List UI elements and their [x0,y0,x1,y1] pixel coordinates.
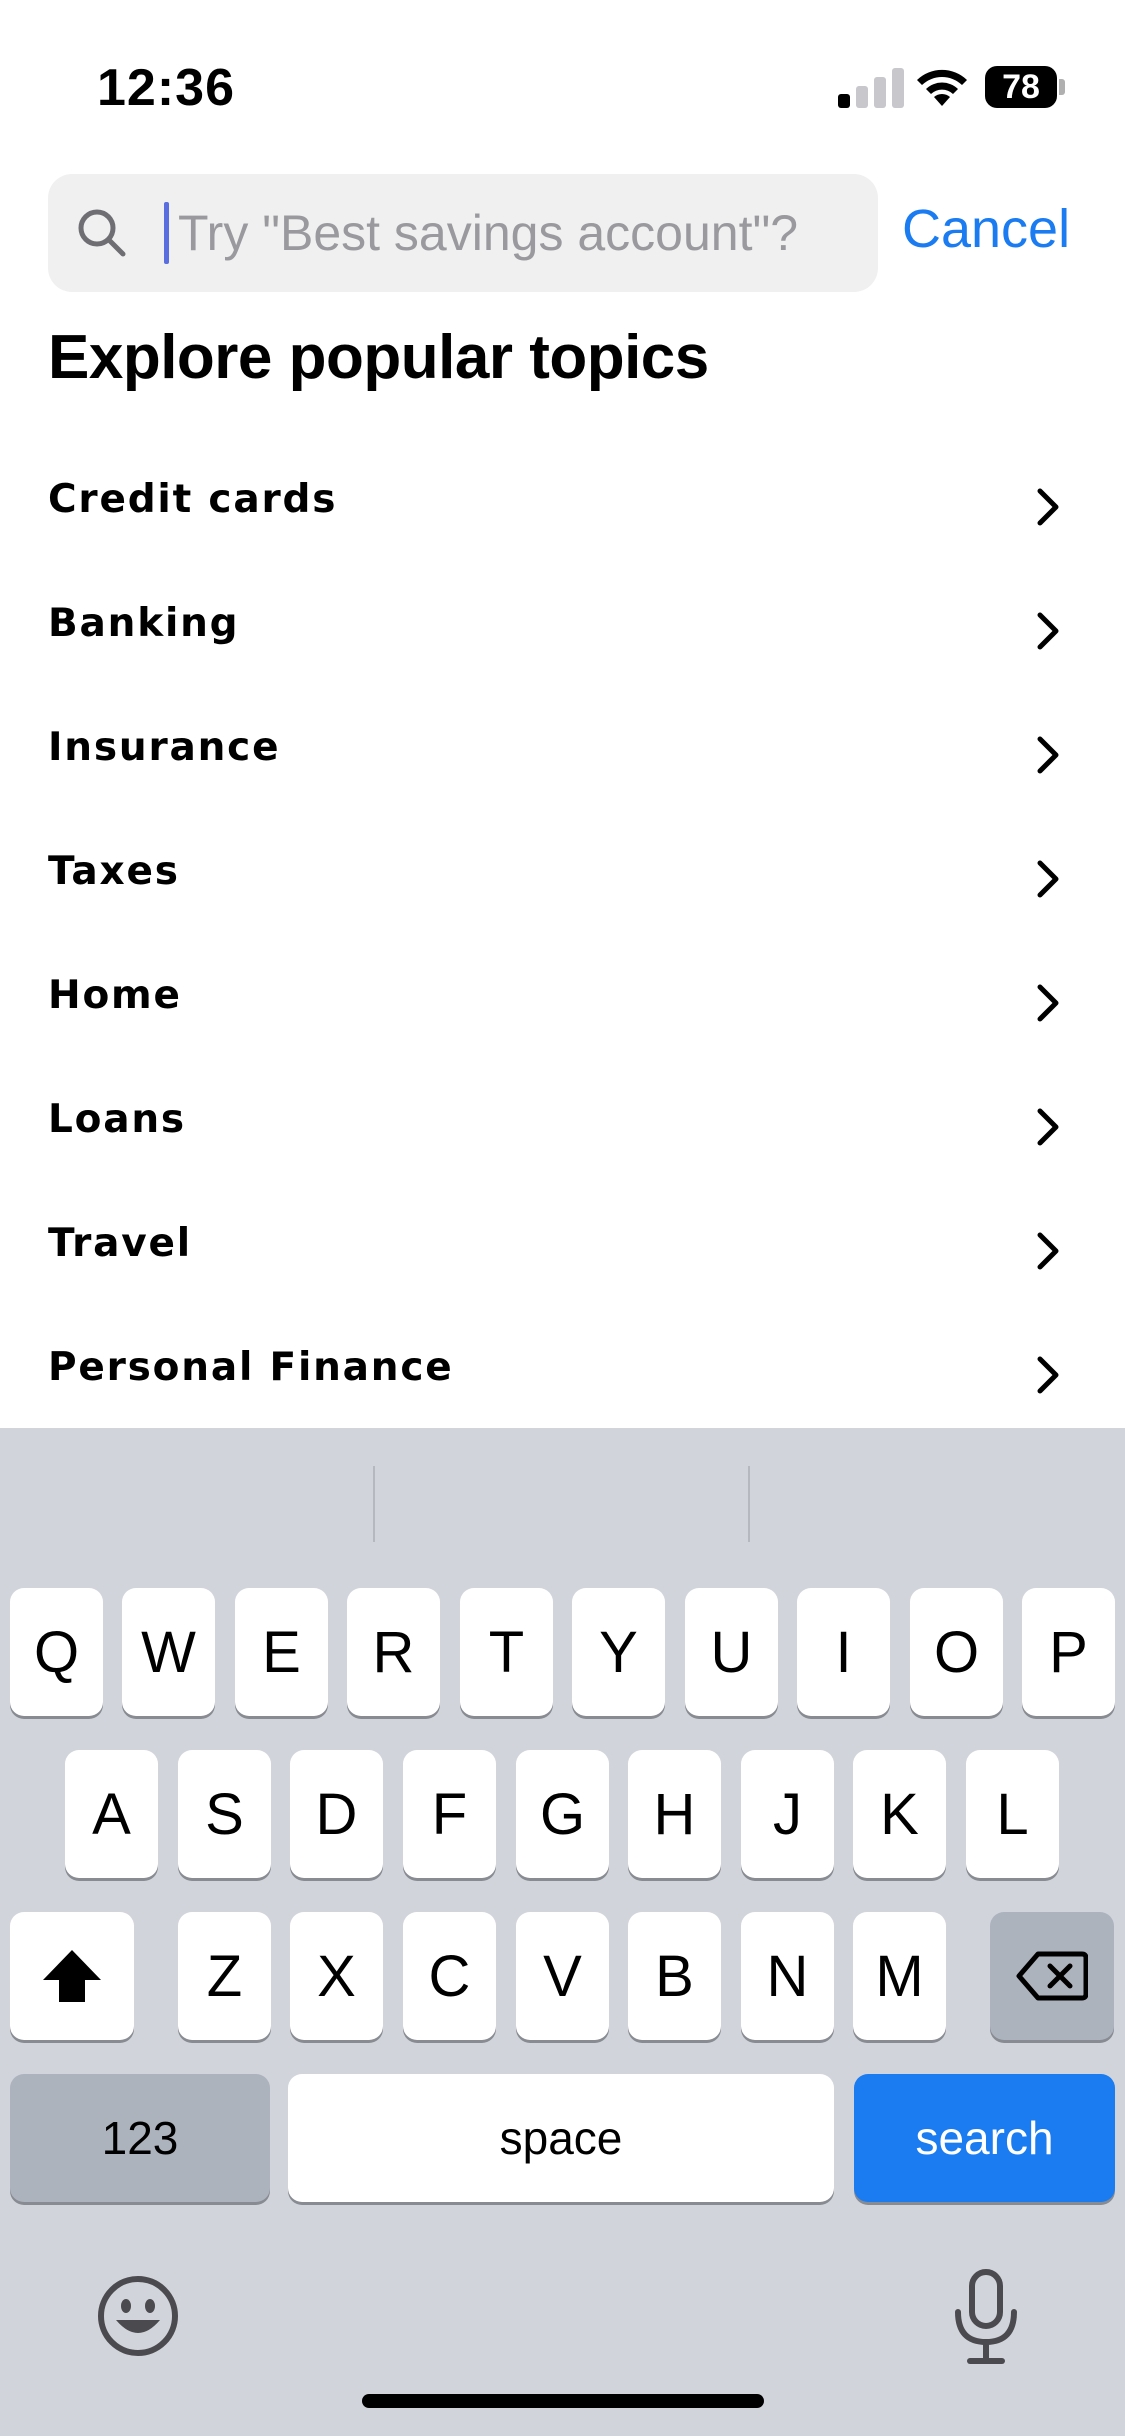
topic-label: Banking [48,601,240,646]
key-v[interactable]: V [516,1912,609,2040]
topic-item-travel[interactable]: Travel [0,1189,1125,1313]
key-g[interactable]: G [516,1750,609,1878]
chevron-right-icon [1037,984,1059,1022]
suggestion-divider [373,1466,375,1542]
topic-label: Loans [48,1097,186,1142]
topic-label: Travel [48,1221,192,1266]
key-h[interactable]: H [628,1750,721,1878]
key-o[interactable]: O [910,1588,1003,1716]
topic-item-insurance[interactable]: Insurance [0,693,1125,817]
key-z[interactable]: Z [178,1912,271,2040]
chevron-right-icon [1037,736,1059,774]
chevron-right-icon [1037,1356,1059,1394]
topic-list: Credit cards Banking Insurance Taxes Hom… [0,445,1125,1437]
keyboard: Q W E R T Y U I O P A S D F G H J K L Z … [0,1428,1125,2436]
key-e[interactable]: E [235,1588,328,1716]
chevron-right-icon [1037,860,1059,898]
suggestion-divider [748,1466,750,1542]
topic-item-home[interactable]: Home [0,941,1125,1065]
key-f[interactable]: F [403,1750,496,1878]
topic-item-personal-finance[interactable]: Personal Finance [0,1313,1125,1437]
key-w[interactable]: W [122,1588,215,1716]
status-time: 12:36 [97,59,235,117]
battery-icon: 78 [985,66,1065,108]
key-j[interactable]: J [741,1750,834,1878]
microphone-icon[interactable] [950,2268,1022,2366]
key-k[interactable]: K [853,1750,946,1878]
cancel-button[interactable]: Cancel [902,198,1070,260]
topic-label: Personal Finance [48,1345,454,1390]
chevron-right-icon [1037,488,1059,526]
key-a[interactable]: A [65,1750,158,1878]
home-indicator [362,2394,764,2408]
key-r[interactable]: R [347,1588,440,1716]
search-input[interactable] [164,196,864,270]
key-c[interactable]: C [403,1912,496,2040]
key-l[interactable]: L [966,1750,1059,1878]
key-s[interactable]: S [178,1750,271,1878]
topic-item-banking[interactable]: Banking [0,569,1125,693]
chevron-right-icon [1037,612,1059,650]
topic-label: Taxes [48,849,180,894]
key-x[interactable]: X [290,1912,383,2040]
search-bar[interactable] [48,174,878,292]
key-t[interactable]: T [460,1588,553,1716]
delete-key[interactable] [990,1912,1114,2040]
key-y[interactable]: Y [572,1588,665,1716]
key-d[interactable]: D [290,1750,383,1878]
chevron-right-icon [1037,1232,1059,1270]
space-key[interactable]: space [288,2074,834,2202]
topic-label: Insurance [48,725,281,770]
key-m[interactable]: M [853,1912,946,2040]
topic-item-loans[interactable]: Loans [0,1065,1125,1189]
topic-label: Credit cards [48,477,338,522]
section-title: Explore popular topics [48,323,709,392]
wifi-icon [917,69,967,106]
key-p[interactable]: P [1022,1588,1115,1716]
topic-item-taxes[interactable]: Taxes [0,817,1125,941]
emoji-icon[interactable] [96,2274,180,2358]
chevron-right-icon [1037,1108,1059,1146]
shift-key[interactable] [10,1912,134,2040]
key-i[interactable]: I [797,1588,890,1716]
status-bar: 12:36 78 [0,0,1125,150]
search-key[interactable]: search [854,2074,1115,2202]
key-u[interactable]: U [685,1588,778,1716]
topic-item-credit-cards[interactable]: Credit cards [0,445,1125,569]
search-icon [78,209,126,257]
shift-icon [43,1950,101,2002]
key-b[interactable]: B [628,1912,721,2040]
topic-label: Home [48,973,182,1018]
key-n[interactable]: N [741,1912,834,2040]
battery-level: 78 [985,66,1057,108]
cellular-signal-icon [838,66,904,108]
numbers-key[interactable]: 123 [10,2074,270,2202]
delete-icon [1016,1951,1088,2001]
key-q[interactable]: Q [10,1588,103,1716]
